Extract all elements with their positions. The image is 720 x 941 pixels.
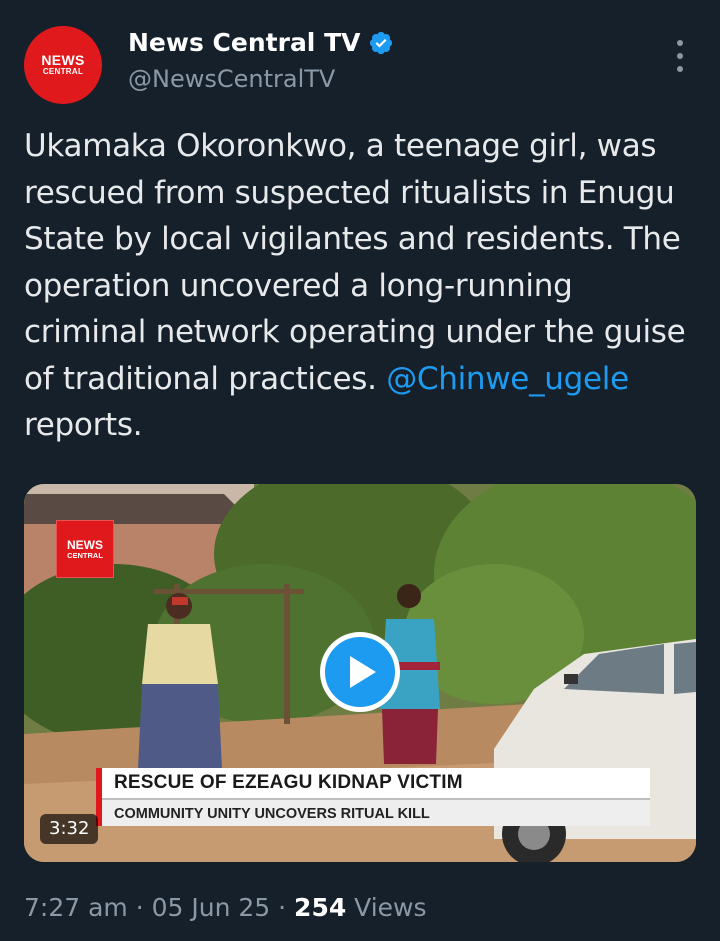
- tweet-text: Ukamaka Okoronkwo, a teenage girl, was r…: [24, 123, 704, 449]
- tweet-text-body: Ukamaka Okoronkwo, a teenage girl, was r…: [24, 128, 686, 397]
- lower-third-banner: RESCUE OF EZEAGU KIDNAP VICTIM COMMUNITY…: [96, 768, 650, 826]
- display-name[interactable]: News Central TV: [128, 26, 360, 60]
- channel-logo-text-news: NEWS: [67, 537, 103, 552]
- avatar[interactable]: NEWS CENTRAL: [24, 26, 102, 104]
- tweet-card: NEWS CENTRAL News Central TV @NewsCentra…: [0, 0, 720, 941]
- mention-link[interactable]: @Chinwe_ugele: [386, 361, 629, 397]
- video-duration-badge: 3:32: [40, 814, 99, 844]
- verified-badge-icon: [370, 31, 393, 55]
- channel-logo-text-central: CENTRAL: [67, 550, 103, 560]
- play-icon: [350, 656, 376, 688]
- tweet-text-tail: reports.: [24, 407, 143, 443]
- post-time[interactable]: 7:27 am: [24, 893, 128, 922]
- views-label: Views: [346, 893, 427, 922]
- avatar-logo-text-central: CENTRAL: [42, 67, 84, 76]
- channel-logo-badge: NEWS CENTRAL: [56, 520, 114, 578]
- lower-third-headline: RESCUE OF EZEAGU KIDNAP VICTIM: [102, 768, 650, 798]
- avatar-logo-text-news: NEWS: [41, 52, 85, 68]
- views-count[interactable]: 254: [294, 893, 346, 922]
- play-button[interactable]: [320, 632, 400, 712]
- more-options-icon[interactable]: [670, 40, 690, 72]
- post-date[interactable]: 05 Jun 25: [152, 893, 271, 922]
- tweet-meta: 7:27 am · 05 Jun 25 · 254 Views: [24, 888, 427, 928]
- account-handle[interactable]: @NewsCentralTV: [128, 62, 335, 96]
- display-name-row[interactable]: News Central TV: [128, 26, 394, 60]
- meta-separator: ·: [127, 893, 152, 922]
- video-player[interactable]: NEWS CENTRAL RESCUE OF EZEAGU KIDNAP VIC…: [24, 484, 696, 862]
- meta-separator: ·: [270, 893, 295, 922]
- lower-third-subheadline: COMMUNITY UNITY UNCOVERS RITUAL KILL: [102, 798, 650, 826]
